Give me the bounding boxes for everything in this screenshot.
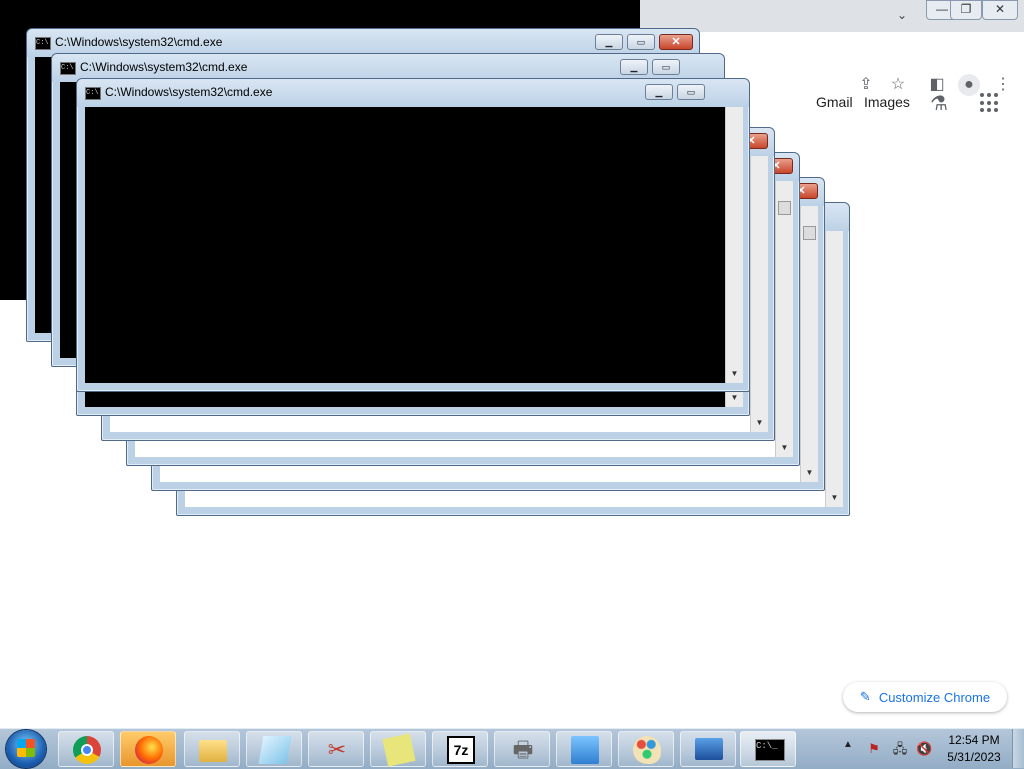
clock-time: 12:54 PM [948,733,1000,747]
maximize-button[interactable]: ▭ [677,84,705,100]
taskbar-chrome[interactable] [58,731,114,767]
control-panel-icon [571,736,599,764]
taskbar-paint[interactable] [618,731,674,767]
taskbar-remote-desktop[interactable] [680,731,736,767]
images-link[interactable]: Images [864,94,910,110]
taskbar-control-panel[interactable] [556,731,612,767]
cmd-window[interactable]: C:\ C:\Windows\system32\cmd.exe ▁ ▭ ▼ [76,78,750,392]
share-icon[interactable]: ⇪ [855,74,877,96]
show-hidden-icons-button[interactable]: ▲ [843,739,853,750]
taskbar-printer[interactable]: 🖶 [494,731,550,767]
gmail-link[interactable]: Gmail [816,94,853,110]
show-desktop-button[interactable] [1012,729,1024,768]
maximize-button[interactable]: ▭ [652,59,680,75]
tab-search-chevron-icon[interactable]: ⌄ [897,8,907,22]
windows-logo-icon [17,739,35,757]
scroll-down-icon[interactable]: ▼ [776,441,793,455]
system-clock[interactable]: 12:54 PM 5/31/2023 [940,732,1008,766]
cmd-scrollbar[interactable]: ▼ [750,156,768,432]
close-button[interactable]: ✕ [659,34,693,50]
minimize-button[interactable]: ▁ [595,34,623,50]
profile-avatar-icon[interactable]: ● [958,74,980,96]
chrome-icon [73,736,101,764]
maximize-button[interactable]: ▭ [627,34,655,50]
pencil-icon: ✎ [859,689,871,704]
chrome-restore-button[interactable]: ❐ [950,0,982,20]
cmd-app-icon: C:\ [85,87,101,100]
scissors-icon: ✂ [327,737,347,762]
taskbar-snipping-tool[interactable]: ✂ [308,731,364,767]
taskbar-file-explorer[interactable] [184,731,240,767]
taskbar-cmd[interactable]: C:\_ [740,731,796,767]
cmd-title-bar[interactable]: C:\ C:\Windows\system32\cmd.exe ▁ ▭ [77,79,749,107]
folder-icon [199,740,227,762]
scroll-down-icon[interactable]: ▼ [801,466,818,480]
scroll-thumb[interactable] [778,201,791,215]
cmd-scrollbar[interactable]: ▼ [825,231,843,507]
taskbar-firefox[interactable] [120,731,176,767]
monitor-icon [695,738,723,760]
firefox-icon [135,736,163,764]
printer-icon: 🖶 [512,737,534,762]
labs-flask-icon[interactable]: ⚗ [930,91,948,116]
cmd-scrollbar[interactable]: ▼ [775,181,793,457]
cmd-title: C:\Windows\system32\cmd.exe [55,35,223,49]
cmd-scrollbar[interactable]: ▼ [800,206,818,482]
minimize-button[interactable]: ▁ [645,84,673,100]
7zip-icon: 7z [447,736,475,764]
scroll-down-icon[interactable]: ▼ [826,491,843,505]
network-icon[interactable]: 🖧 [892,741,908,757]
cmd-icon: C:\_ [755,739,785,761]
google-apps-icon[interactable] [980,93,1000,113]
minimize-button[interactable]: ▁ [620,59,648,75]
taskbar-notepad[interactable] [246,731,302,767]
cmd-app-icon: C:\ [60,62,76,75]
customize-chrome-label: Customize Chrome [878,689,991,705]
cmd-scrollbar[interactable]: ▼ [725,107,743,383]
cmd-title: C:\Windows\system32\cmd.exe [105,85,273,99]
taskbar-7zip[interactable]: 7z [432,731,488,767]
cmd-console[interactable] [85,107,725,383]
cmd-app-icon: C:\ [35,37,51,50]
start-button[interactable] [6,730,46,768]
action-center-flag-icon[interactable]: ⚑ [866,741,882,757]
scroll-down-icon[interactable]: ▼ [751,416,768,430]
customize-chrome-button[interactable]: ✎ Customize Chrome [843,682,1007,712]
scroll-down-icon[interactable]: ▼ [726,367,743,381]
cmd-title: C:\Windows\system32\cmd.exe [80,60,248,74]
scroll-thumb[interactable] [803,226,816,240]
palette-icon [633,736,661,764]
sticky-note-icon [382,733,416,767]
scroll-down-icon[interactable]: ▼ [726,391,743,405]
chrome-close-button[interactable]: ✕ [982,0,1018,20]
taskbar-sticky-notes[interactable] [370,731,426,767]
bookmark-star-icon[interactable]: ☆ [887,74,909,96]
notepad-icon [258,736,292,764]
clock-date: 5/31/2023 [947,750,1001,764]
volume-muted-icon[interactable]: 🔇 [916,741,932,757]
